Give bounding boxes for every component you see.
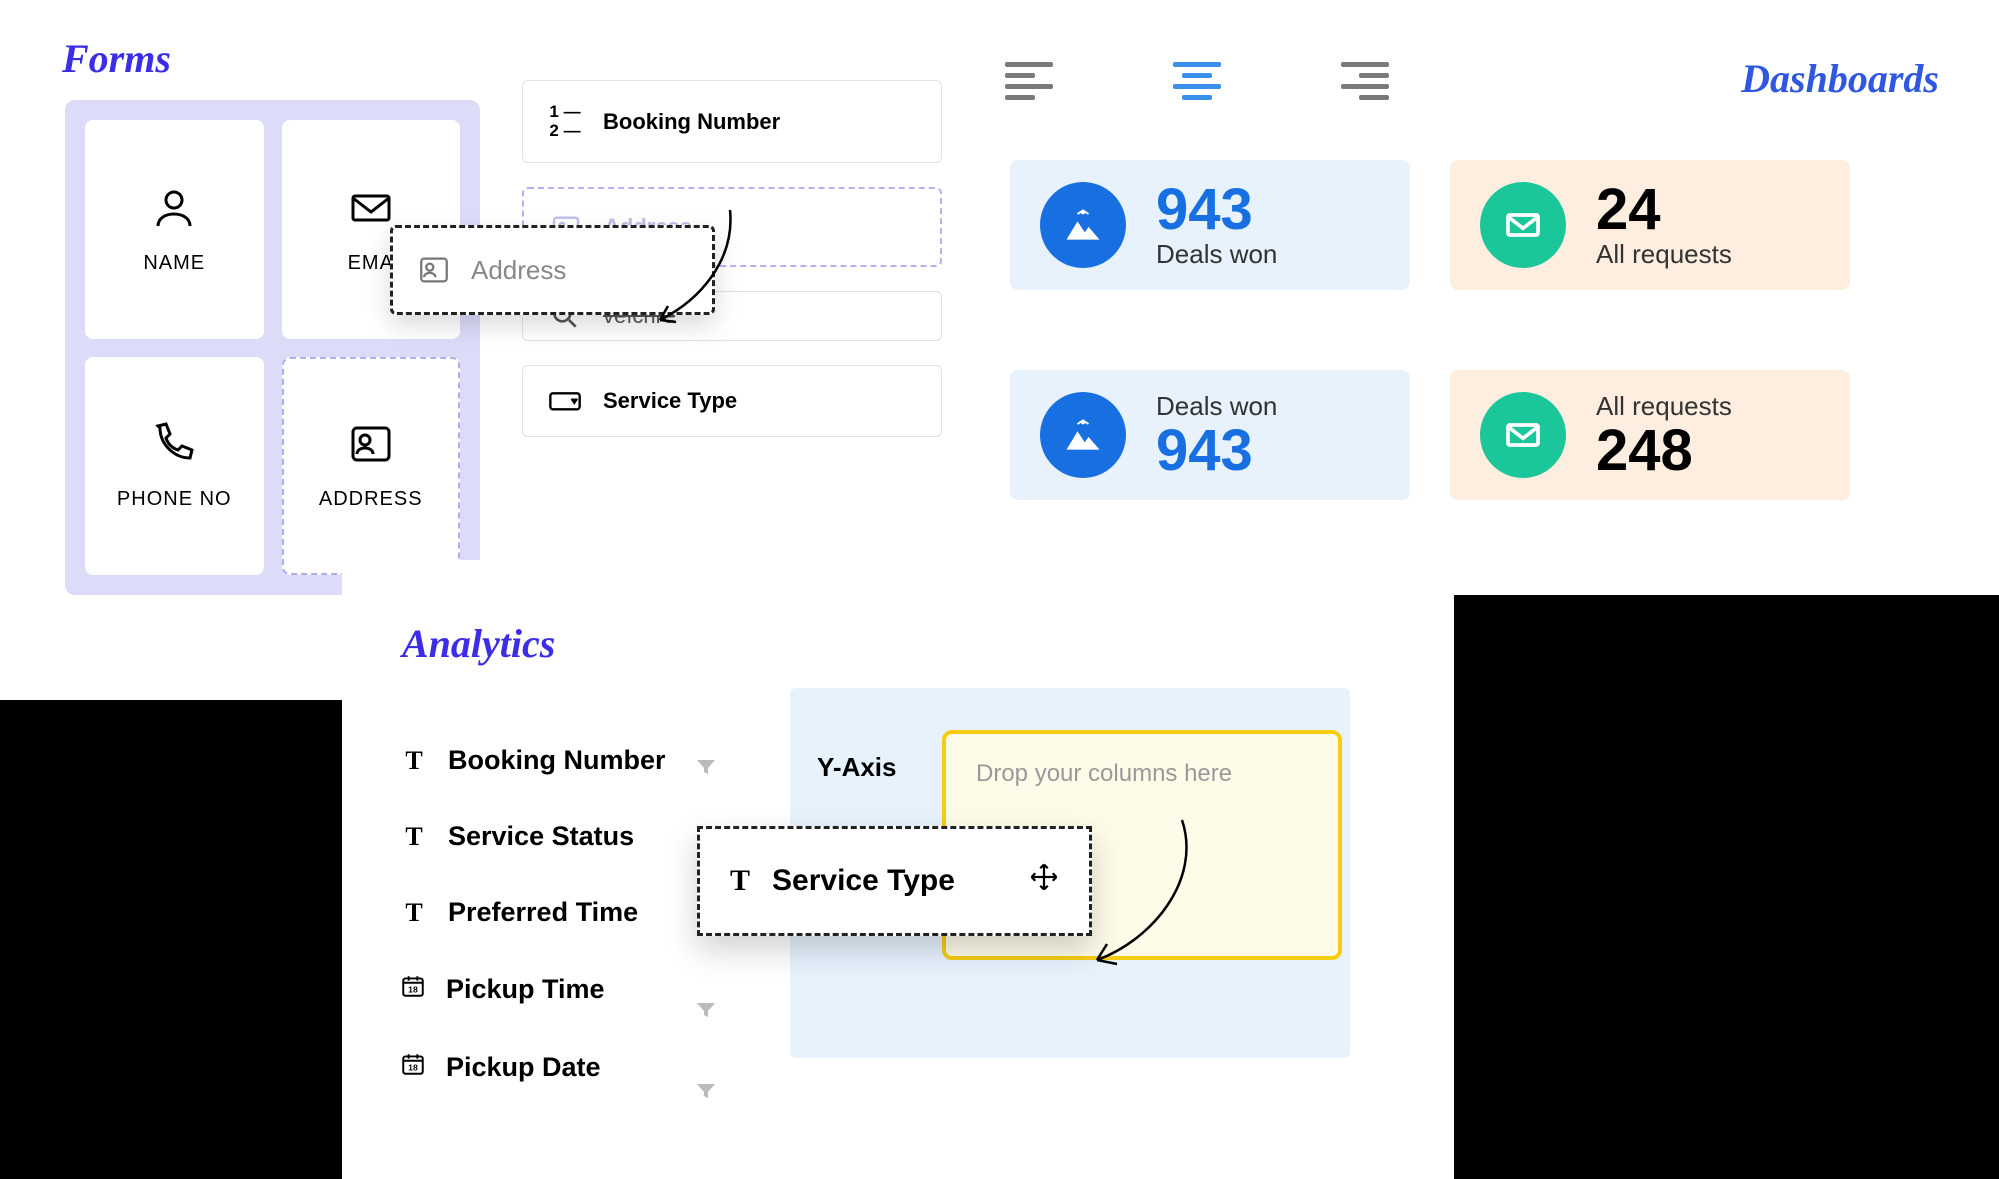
align-right-icon[interactable] bbox=[1341, 62, 1389, 100]
letterbox-bar bbox=[1454, 595, 1999, 1179]
form-tile-name[interactable]: NAME bbox=[85, 120, 264, 339]
stat-card-deals-won-2[interactable]: Deals won 943 bbox=[1010, 370, 1410, 500]
dashboards-section-title: Dashboards bbox=[1741, 55, 1939, 102]
form-row-label: Booking Number bbox=[603, 109, 780, 135]
stat-label: Deals won bbox=[1156, 391, 1277, 422]
form-tile-label: PHONE NO bbox=[117, 488, 232, 511]
svg-text:18: 18 bbox=[408, 1063, 418, 1073]
stat-value: 943 bbox=[1156, 181, 1277, 239]
move-cursor-icon bbox=[1029, 862, 1059, 900]
text-type-icon: T bbox=[400, 898, 428, 928]
stat-value: 943 bbox=[1156, 422, 1277, 480]
forms-section-title: Forms bbox=[62, 35, 171, 82]
align-center-icon[interactable] bbox=[1173, 62, 1221, 100]
dropdown-icon bbox=[549, 392, 581, 411]
column-label: Pickup Time bbox=[446, 974, 605, 1005]
phone-icon bbox=[150, 420, 198, 468]
stat-card-deals-won-1[interactable]: 943 Deals won bbox=[1010, 160, 1410, 290]
svg-text:18: 18 bbox=[408, 985, 418, 995]
drag-arrow-icon bbox=[640, 200, 760, 340]
drop-placeholder: Drop your columns here bbox=[976, 760, 1232, 787]
mountain-icon bbox=[1040, 392, 1126, 478]
analytics-column-pickup-date[interactable]: 18 Pickup Date bbox=[400, 1051, 666, 1084]
alignment-toolbar bbox=[1005, 62, 1389, 100]
form-tile-label: ADDRESS bbox=[319, 488, 423, 511]
dragging-chip-service-type[interactable]: T Service Type bbox=[697, 826, 1092, 936]
calendar-icon: 18 bbox=[400, 1051, 426, 1084]
analytics-column-service-status[interactable]: T Service Status bbox=[400, 821, 666, 852]
address-card-icon bbox=[347, 420, 395, 468]
numbered-list-icon: 1 —2 — bbox=[549, 103, 581, 140]
stat-label: All requests bbox=[1596, 239, 1732, 270]
drag-arrow-icon bbox=[1072, 810, 1222, 980]
form-tile-label: NAME bbox=[143, 252, 205, 275]
analytics-column-list: T Booking Number T Service Status T Pref… bbox=[400, 745, 666, 1084]
filter-icon[interactable] bbox=[694, 755, 718, 784]
analytics-column-preferred-time[interactable]: T Preferred Time bbox=[400, 897, 666, 928]
analytics-panel: Analytics T Booking Number T Service Sta… bbox=[342, 560, 1454, 1179]
form-row-label: Service Type bbox=[603, 388, 737, 414]
envelope-icon bbox=[347, 184, 395, 232]
envelope-icon bbox=[1480, 392, 1566, 478]
filter-icon[interactable] bbox=[694, 998, 718, 1027]
analytics-column-booking-number[interactable]: T Booking Number bbox=[400, 745, 666, 776]
analytics-column-pickup-time[interactable]: 18 Pickup Time bbox=[400, 973, 666, 1006]
form-row-service-type[interactable]: Service Type bbox=[522, 365, 942, 437]
analytics-section-title: Analytics bbox=[402, 620, 555, 667]
text-type-icon: T bbox=[730, 864, 750, 898]
text-type-icon: T bbox=[400, 746, 428, 776]
stat-card-all-requests-1[interactable]: 24 All requests bbox=[1450, 160, 1850, 290]
person-icon bbox=[150, 184, 198, 232]
stat-label: All requests bbox=[1596, 391, 1732, 422]
form-tile-phone[interactable]: PHONE NO bbox=[85, 357, 264, 576]
calendar-icon: 18 bbox=[400, 973, 426, 1006]
mountain-icon bbox=[1040, 182, 1126, 268]
text-type-icon: T bbox=[400, 822, 428, 852]
column-label: Preferred Time bbox=[448, 897, 638, 928]
address-card-icon bbox=[417, 253, 451, 287]
y-axis-label: Y-Axis bbox=[817, 752, 897, 783]
stat-value: 24 bbox=[1596, 181, 1732, 239]
form-field-palette: NAME EMA PHONE NO ADDRESS bbox=[65, 100, 480, 595]
filter-icon[interactable] bbox=[694, 1079, 718, 1108]
stat-card-all-requests-2[interactable]: All requests 248 bbox=[1450, 370, 1850, 500]
column-label: Booking Number bbox=[448, 745, 666, 776]
chip-label: Address bbox=[471, 255, 566, 286]
envelope-icon bbox=[1480, 182, 1566, 268]
stat-value: 248 bbox=[1596, 422, 1732, 480]
chip-label: Service Type bbox=[772, 864, 955, 898]
form-tile-label: EMA bbox=[348, 252, 394, 275]
column-label: Pickup Date bbox=[446, 1052, 601, 1083]
align-left-icon[interactable] bbox=[1005, 62, 1053, 100]
column-label: Service Status bbox=[448, 821, 634, 852]
letterbox-bar bbox=[0, 700, 342, 1179]
form-tile-address[interactable]: ADDRESS bbox=[282, 357, 461, 576]
form-row-booking-number[interactable]: 1 —2 — Booking Number bbox=[522, 80, 942, 163]
stat-label: Deals won bbox=[1156, 239, 1277, 270]
